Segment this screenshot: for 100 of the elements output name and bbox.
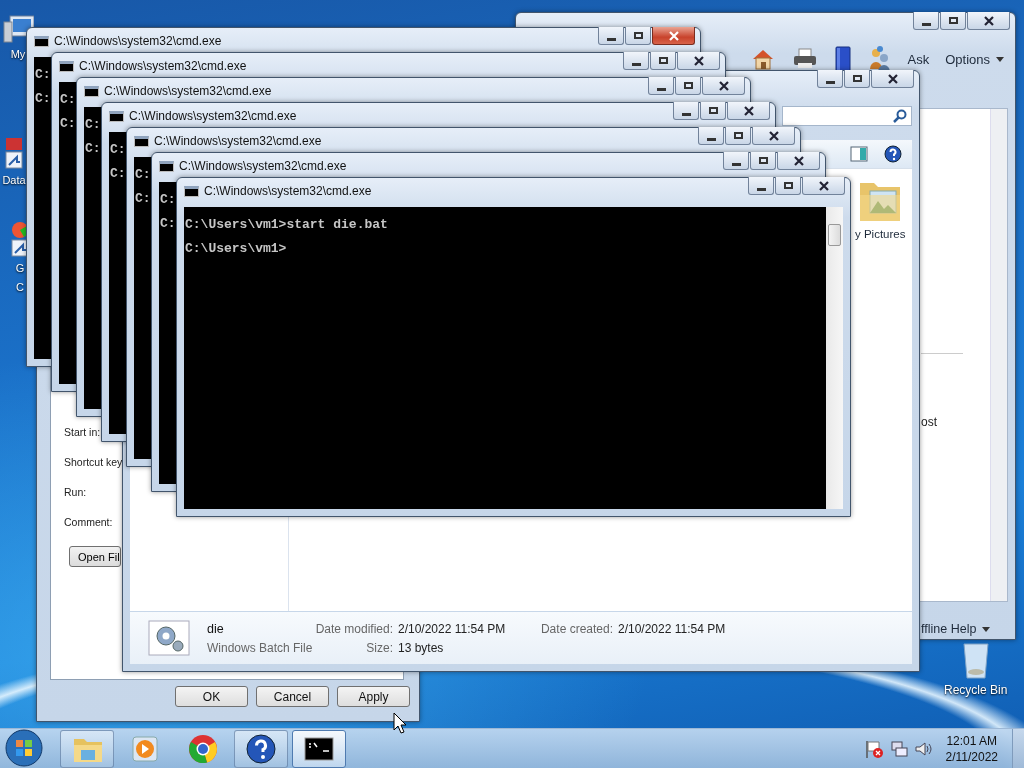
console-line: C: [60,93,76,106]
console-line: C: [160,193,176,206]
scroll-thumb[interactable] [828,224,841,246]
maximize-button[interactable] [844,70,870,88]
minimize-button[interactable] [623,52,649,70]
search-field[interactable] [782,106,912,126]
maximize-button[interactable] [625,27,651,45]
property-label: Size: [365,640,393,655]
window-title: C:\Windows\system32\cmd.exe [54,34,223,48]
minimize-button[interactable] [598,27,624,45]
caret-icon [982,626,991,632]
close-button[interactable] [967,12,1010,30]
close-button[interactable] [802,177,845,195]
window-title: C:\Windows\system32\cmd.exe [104,84,273,98]
close-button[interactable] [777,152,820,170]
people-icon[interactable] [867,45,892,73]
shortcut-icon [2,138,26,170]
network-icon[interactable] [889,739,908,758]
options-menu[interactable]: Options [945,51,1004,67]
property-label: Date modified: [314,621,393,636]
console-icon [34,35,49,47]
offline-help-menu[interactable]: ffline Help [921,622,991,636]
recycle-bin-icon [960,642,991,680]
minimize-button[interactable] [648,77,674,95]
windows-logo-icon [5,728,43,767]
console-icon [109,110,124,122]
maximize-button[interactable] [750,152,776,170]
console-line: C: [110,143,126,156]
apply-button[interactable]: Apply [337,686,410,707]
taskbar-button[interactable] [234,729,288,768]
clock[interactable]: 12:01 AM 2/11/2022 [945,732,998,765]
console-line: C: [35,92,51,105]
file-type: Windows Batch File [207,640,313,655]
icon-label: G [15,261,25,276]
minimize-button[interactable] [698,127,724,145]
icon-label: Recycle Bin [944,682,1008,699]
scrollbar[interactable] [990,109,1007,601]
start-button[interactable] [4,728,44,768]
minimize-button[interactable] [723,152,749,170]
preview-pane-icon[interactable] [850,146,868,162]
maximize-button[interactable] [940,12,966,30]
console-line: C:\Users\vm1>start die.bat [185,218,388,231]
maximize-button[interactable] [700,102,726,120]
property-value: 2/10/2022 11:54 PM [398,621,506,636]
flag-icon[interactable] [863,738,884,759]
open-file-location-button[interactable]: Open Fil [69,546,121,567]
file-name: die [207,621,225,636]
icon-label: C [16,280,24,295]
window-title: C:\Windows\system32\cmd.exe [179,159,348,173]
console-line: C: [110,167,126,180]
help-text: ost [921,415,937,429]
window-title: C:\Windows\system32\cmd.exe [79,59,248,73]
console-line: C: [85,142,101,155]
field-label: Comment: [64,516,114,529]
property-value: 13 bytes [398,640,444,655]
window-title: C:\Windows\system32\cmd.exe [154,134,323,148]
maximize-button[interactable] [675,77,701,95]
console-icon [84,85,99,97]
cancel-button[interactable]: Cancel [256,686,329,707]
window-title: C:\Windows\system32\cmd.exe [204,184,373,198]
icon-label: Data [2,173,26,188]
console-line: C: [35,68,51,81]
maximize-button[interactable] [725,127,751,145]
gear-file-icon [148,620,190,656]
console-icon [184,185,199,197]
close-button[interactable] [702,77,745,95]
property-label: Date created: [539,621,613,636]
property-value: 2/10/2022 11:54 PM [618,621,726,636]
window-title: C:\Windows\system32\cmd.exe [129,109,298,123]
close-button[interactable] [727,102,770,120]
minimize-button[interactable] [817,70,843,88]
ok-button[interactable]: OK [175,686,248,707]
maximize-button[interactable] [775,177,801,195]
ask-button[interactable]: Ask [907,51,930,67]
search-icon [893,109,907,123]
console-line: C: [160,217,176,230]
close-button[interactable] [652,27,695,45]
taskbar-button[interactable] [292,729,346,768]
icon-label: My [10,47,26,62]
volume-icon[interactable] [913,739,932,758]
close-button[interactable] [871,70,914,88]
folder-item[interactable]: y Pictures [855,177,906,240]
maximize-button[interactable] [650,52,676,70]
field-label: Shortcut key [64,456,123,469]
close-button[interactable] [677,52,720,70]
field-label: Start in: [64,426,102,439]
book-icon[interactable] [833,45,852,73]
help-icon[interactable] [884,145,902,163]
console-icon [159,160,174,172]
minimize-button[interactable] [748,177,774,195]
close-button[interactable] [752,127,795,145]
minimize-button[interactable] [673,102,699,120]
console-line: C:\Users\vm1> [185,242,287,255]
console-line: C: [85,118,101,131]
minimize-button[interactable] [913,12,939,30]
scrollbar[interactable] [826,207,843,509]
globe-icon [187,732,219,765]
field-label: Run: [64,486,88,499]
console-icon [59,60,74,72]
caret-icon [996,56,1004,62]
